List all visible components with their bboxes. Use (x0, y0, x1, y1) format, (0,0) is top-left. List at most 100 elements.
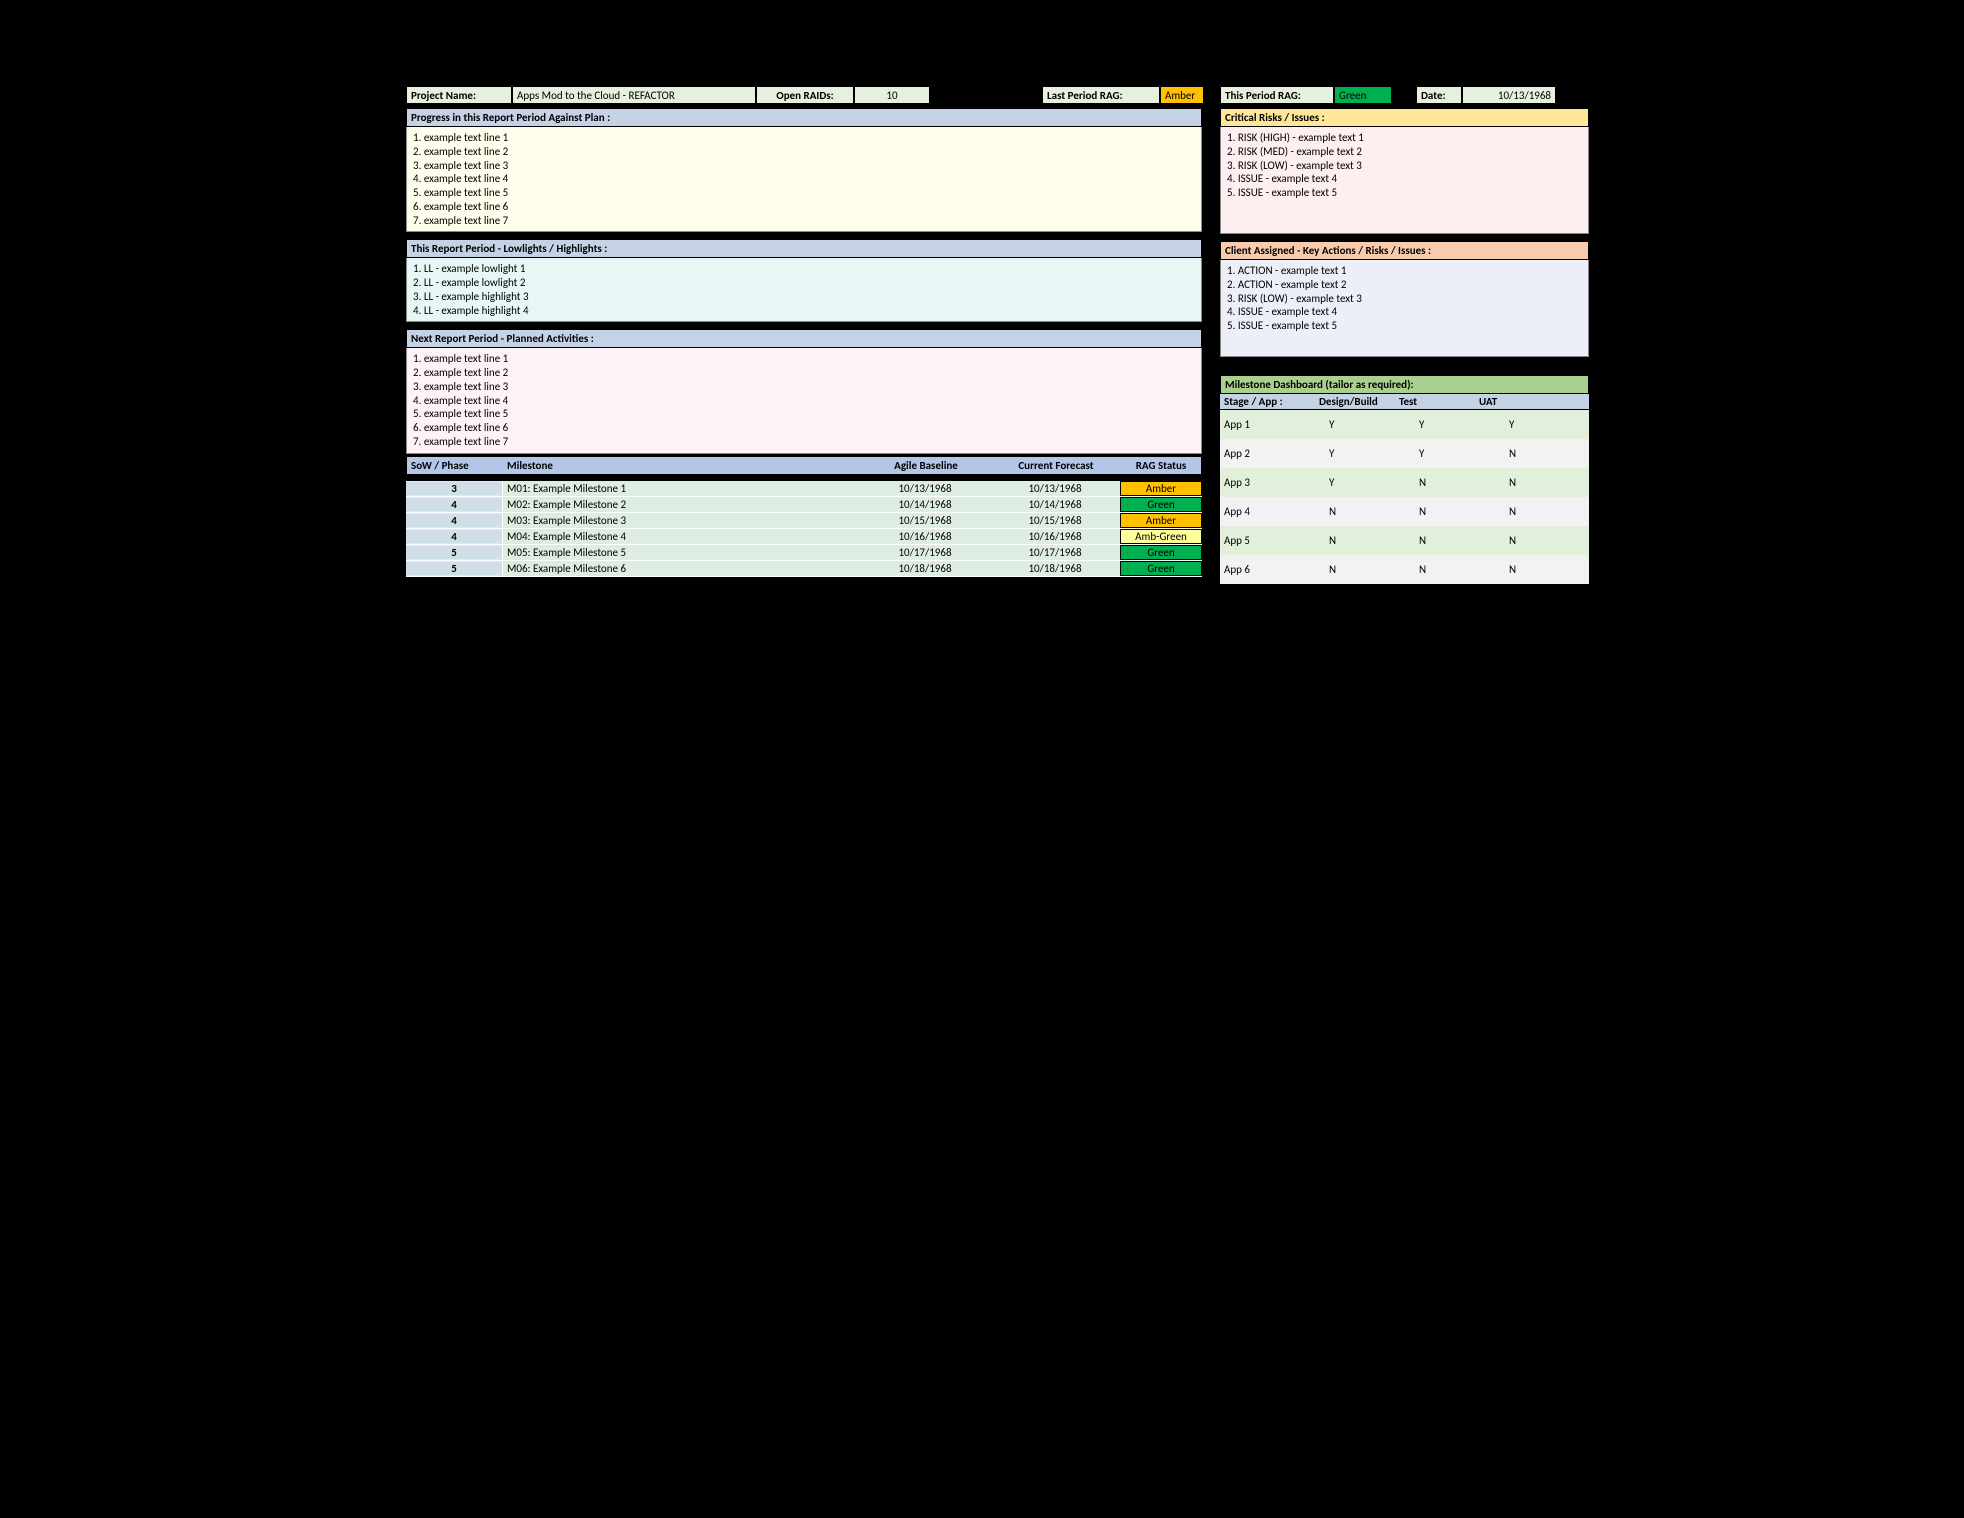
cell-design: N (1319, 534, 1409, 547)
dashboard-header: Stage / App : Design/Build Test UAT (1220, 394, 1589, 410)
cell-rag: Amber (1120, 513, 1202, 528)
cell-test: N (1409, 505, 1499, 518)
section-planned-body: 1. example text line 1 2. example text l… (406, 348, 1202, 453)
cell-rag: Green (1120, 561, 1202, 576)
cell-phase: 4 (406, 514, 503, 527)
cell-baseline: 10/13/1968 (860, 482, 990, 495)
left-column: Progress in this Report Period Against P… (406, 108, 1202, 584)
list-item: 1. example text line 1 (413, 352, 1195, 366)
list-item: 1. LL - example lowlight 1 (413, 262, 1195, 276)
list-item: 4. example text line 4 (413, 394, 1195, 408)
table-row: 5M05: Example Milestone 510/17/196810/17… (406, 545, 1202, 561)
list-item: 5. ISSUE - example text 5 (1227, 186, 1582, 200)
table-row: 4M02: Example Milestone 210/14/196810/14… (406, 497, 1202, 513)
cell-uat: Y (1499, 418, 1589, 431)
cell-design: Y (1319, 418, 1409, 431)
label-open-raids: Open RAIDs: (756, 86, 854, 104)
list-item: 2. example text line 2 (413, 366, 1195, 380)
list-item: 3. example text line 3 (413, 159, 1195, 173)
cell-milestone: M04: Example Milestone 4 (503, 530, 860, 543)
cell-design: N (1319, 505, 1409, 518)
cell-rag: Amb-Green (1120, 529, 1202, 544)
value-open-raids: 10 (854, 86, 930, 104)
table-row: 5M06: Example Milestone 610/18/196810/18… (406, 561, 1202, 577)
dash-col-design: Design/Build (1319, 395, 1399, 408)
col-baseline: Agile Baseline (861, 459, 991, 472)
cell-uat: N (1499, 563, 1589, 576)
cell-milestone: M03: Example Milestone 3 (503, 514, 860, 527)
cell-phase: 3 (406, 482, 503, 495)
col-phase: SoW / Phase (407, 459, 507, 472)
value-project-name: Apps Mod to the Cloud - REFACTOR (512, 86, 756, 104)
list-item: 7. example text line 7 (413, 435, 1195, 449)
col-milestone: Milestone (507, 459, 861, 472)
table-row: App 6NNN (1220, 555, 1589, 584)
value-date: 10/13/1968 (1462, 86, 1556, 104)
cell-forecast: 10/13/1968 (990, 482, 1120, 495)
section-client-body: 1. ACTION - example text 1 2. ACTION - e… (1220, 260, 1589, 357)
right-column: Critical Risks / Issues : 1. RISK (HIGH)… (1220, 108, 1589, 584)
cell-app: App 3 (1220, 476, 1319, 489)
cell-baseline: 10/16/1968 (860, 530, 990, 543)
section-lowhigh-body: 1. LL - example lowlight 1 2. LL - examp… (406, 258, 1202, 322)
cell-design: Y (1319, 447, 1409, 460)
list-item: 3. example text line 3 (413, 380, 1195, 394)
cell-milestone: M02: Example Milestone 2 (503, 498, 860, 511)
cell-rag: Green (1120, 545, 1202, 560)
cell-baseline: 10/17/1968 (860, 546, 990, 559)
table-row: App 5NNN (1220, 526, 1589, 555)
col-forecast: Current Forecast (991, 459, 1121, 472)
section-progress-body: 1. example text line 1 2. example text l… (406, 127, 1202, 232)
dashboard-rows: App 1YYYApp 2YYNApp 3YNNApp 4NNNApp 5NNN… (1220, 410, 1589, 584)
list-item: 1. ACTION - example text 1 (1227, 264, 1582, 278)
cell-design: N (1319, 563, 1409, 576)
list-item: 1. example text line 1 (413, 131, 1195, 145)
cell-test: N (1409, 534, 1499, 547)
list-item: 1. RISK (HIGH) - example text 1 (1227, 131, 1582, 145)
cell-uat: N (1499, 534, 1589, 547)
cell-forecast: 10/17/1968 (990, 546, 1120, 559)
list-item: 5. example text line 5 (413, 407, 1195, 421)
cell-forecast: 10/18/1968 (990, 562, 1120, 575)
list-item: 3. RISK (LOW) - example text 3 (1227, 292, 1582, 306)
table-row: App 2YYN (1220, 439, 1589, 468)
cell-phase: 5 (406, 546, 503, 559)
list-item: 3. LL - example highlight 3 (413, 290, 1195, 304)
list-item: 2. LL - example lowlight 2 (413, 276, 1195, 290)
section-lowhigh-title: This Report Period - Lowlights / Highlig… (406, 239, 1202, 258)
cell-baseline: 10/18/1968 (860, 562, 990, 575)
table-row: 4M04: Example Milestone 410/16/196810/16… (406, 529, 1202, 545)
label-date: Date: (1416, 86, 1462, 104)
label-last-rag: Last Period RAG: (1042, 86, 1160, 104)
cell-uat: N (1499, 447, 1589, 460)
section-risks-title: Critical Risks / Issues : (1220, 108, 1589, 127)
cell-test: Y (1409, 418, 1499, 431)
cell-rag: Green (1120, 497, 1202, 512)
cell-milestone: M05: Example Milestone 5 (503, 546, 860, 559)
list-item: 4. example text line 4 (413, 172, 1195, 186)
list-item: 4. ISSUE - example text 4 (1227, 172, 1582, 186)
list-item: 6. example text line 6 (413, 421, 1195, 435)
cell-milestone: M06: Example Milestone 6 (503, 562, 860, 575)
cell-app: App 4 (1220, 505, 1319, 518)
list-item: 3. RISK (LOW) - example text 3 (1227, 159, 1582, 173)
section-progress-title: Progress in this Report Period Against P… (406, 108, 1202, 127)
list-item: 2. example text line 2 (413, 145, 1195, 159)
cell-test: Y (1409, 447, 1499, 460)
milestone-rows: 3M01: Example Milestone 110/13/196810/13… (406, 481, 1202, 577)
cell-app: App 5 (1220, 534, 1319, 547)
col-rag: RAG Status (1121, 459, 1201, 472)
cell-uat: N (1499, 476, 1589, 489)
cell-app: App 2 (1220, 447, 1319, 460)
section-risks-body: 1. RISK (HIGH) - example text 1 2. RISK … (1220, 127, 1589, 234)
cell-test: N (1409, 563, 1499, 576)
cell-phase: 4 (406, 530, 503, 543)
table-row: 3M01: Example Milestone 110/13/196810/13… (406, 481, 1202, 497)
cell-milestone: M01: Example Milestone 1 (503, 482, 860, 495)
cell-design: Y (1319, 476, 1409, 489)
table-row: 4M03: Example Milestone 310/15/196810/15… (406, 513, 1202, 529)
dash-col-stage: Stage / App : (1220, 395, 1319, 408)
dash-col-uat: UAT (1479, 395, 1559, 408)
cell-forecast: 10/16/1968 (990, 530, 1120, 543)
list-item: 5. ISSUE - example text 5 (1227, 319, 1582, 333)
